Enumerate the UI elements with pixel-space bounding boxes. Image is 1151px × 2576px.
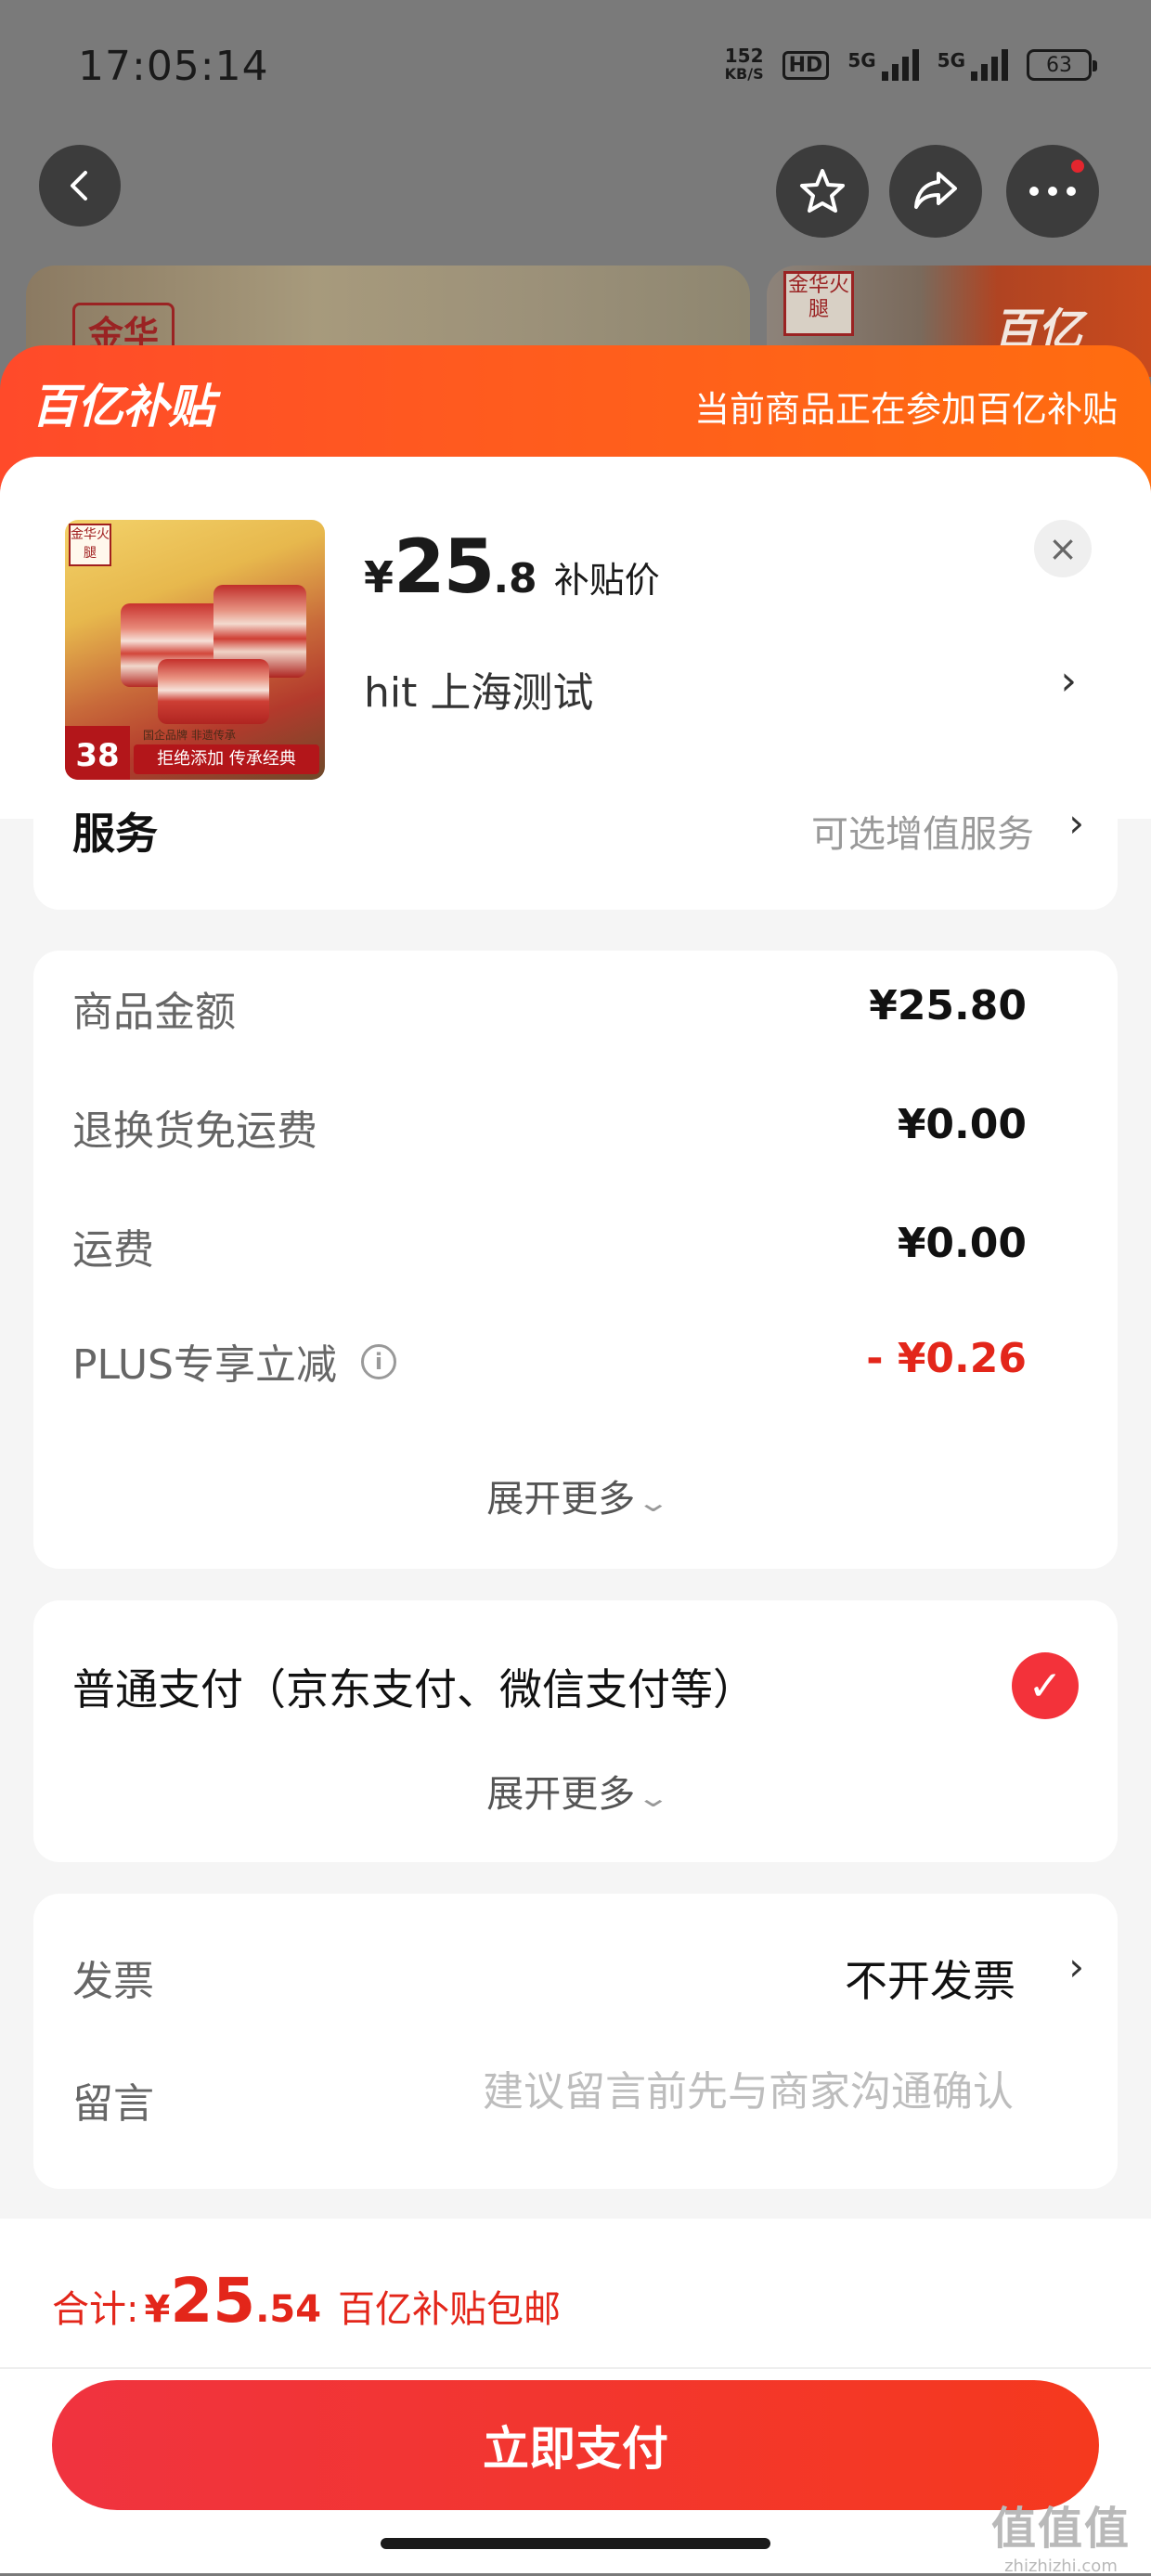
amount-row: 运费 ¥0.00 (72, 1216, 1027, 1274)
chevron-right-icon[interactable]: › (1060, 657, 1077, 705)
amount-value: ¥25.80 (869, 982, 1027, 1029)
home-indicator[interactable] (381, 2538, 770, 2549)
network-speed-value: 152 (724, 45, 764, 67)
thumb-price-tag: 38 (65, 726, 130, 780)
checkout-bottom-bar: 合计: ¥ 25 .54 百亿补贴包邮 立即支付 值值值 zhizhizhi.c… (0, 2219, 1151, 2576)
amount-value: ¥0.00 (897, 1101, 1027, 1148)
battery-icon: 63 (1027, 49, 1097, 81)
subsidy-notice: 当前商品正在参加百亿补贴 (693, 389, 1118, 430)
more-button[interactable] (1006, 145, 1099, 238)
thumb-banner: 拒绝添加 传承经典 (134, 744, 319, 774)
invoice-card: 发票 不开发票 › 留言 (33, 1894, 1118, 2189)
payment-selected-checkbox[interactable]: ✓ (1012, 1652, 1079, 1719)
note-input[interactable] (345, 2068, 1014, 2116)
plus-discount-label: PLUS专享立减 (72, 1341, 337, 1389)
currency-symbol: ¥ (364, 552, 394, 602)
share-icon (914, 172, 957, 209)
signal-type-label: 5G (847, 49, 876, 71)
expand-more-button[interactable]: 展开更多⌄ (33, 1764, 1118, 1818)
thumb-subtitle: 国企品牌 非遗传承 (143, 729, 236, 742)
signal-icon: 5G (938, 49, 1008, 81)
status-icons: 152 KB/S HD 5G 5G 63 (725, 46, 1097, 84)
signal-type-label: 5G (937, 49, 965, 71)
invoice-label: 发票 (72, 1958, 154, 2005)
amount-label: 退换货免运费 (72, 1107, 317, 1155)
amount-label: 商品金额 (72, 989, 236, 1036)
close-icon: × (1048, 528, 1078, 569)
amount-value: ¥0.00 (897, 1220, 1027, 1267)
amount-row: 退换货免运费 ¥0.00 (72, 1097, 1027, 1155)
share-button[interactable] (889, 145, 982, 238)
chevron-down-icon: ⌄ (636, 1782, 671, 1813)
expand-more-label: 展开更多 (486, 1478, 636, 1521)
product-price: ¥ 25 .8 补贴价 (364, 524, 660, 610)
amount-label: PLUS专享立减 i (72, 1331, 396, 1391)
expand-more-button[interactable]: 展开更多⌄ (33, 1469, 1118, 1522)
favorite-button[interactable] (776, 145, 869, 238)
star-icon (800, 169, 845, 213)
check-icon: ✓ (1028, 1662, 1063, 1710)
hd-icon: HD (782, 50, 830, 80)
service-card[interactable]: 服务 可选增值服务 › (33, 800, 1118, 910)
product-thumbnail: 金华火腿 国企品牌 非遗传承 38 拒绝添加 传承经典 (65, 520, 325, 780)
invoice-value[interactable]: 不开发票 (845, 1948, 1015, 2009)
notification-dot (1069, 158, 1086, 175)
chevron-down-icon: ⌄ (636, 1487, 671, 1518)
price-label: 补贴价 (553, 560, 660, 601)
info-icon[interactable]: i (361, 1344, 396, 1379)
chevron-left-icon (71, 171, 87, 201)
service-title: 服务 (72, 809, 158, 859)
note-label: 留言 (72, 2080, 154, 2128)
close-button[interactable]: × (1034, 520, 1092, 577)
service-value: 可选增值服务 (811, 813, 1034, 856)
product-summary: 金华火腿 国企品牌 非遗传承 38 拒绝添加 传承经典 ¥ 25 .8 补贴价 … (0, 457, 1151, 819)
brand-logo: 金华火腿 (783, 271, 854, 336)
shipping-note: 百亿补贴包邮 (338, 2288, 562, 2331)
payment-method-label[interactable]: 普通支付（京东支付、微信支付等） (72, 1656, 756, 1717)
payment-card: 普通支付（京东支付、微信支付等） ✓ 展开更多⌄ (33, 1600, 1118, 1862)
more-dots-icon (1029, 187, 1076, 196)
divider (0, 2367, 1151, 2369)
status-time: 17:05:14 (78, 43, 269, 90)
amount-row: PLUS专享立减 i - ¥0.26 (72, 1331, 1027, 1389)
expand-more-label: 展开更多 (486, 1773, 636, 1816)
total-integer: 25 (170, 2265, 256, 2337)
back-button[interactable] (39, 145, 121, 227)
watermark-logo: 值值值 (990, 2503, 1131, 2555)
network-speed: 152 KB/S (725, 46, 764, 84)
price-integer: 25 (394, 524, 495, 610)
signal-icon: 5G (847, 49, 919, 81)
total-label: 合计: (52, 2288, 139, 2331)
amount-details-card: 商品金额 ¥25.80 退换货免运费 ¥0.00 运费 ¥0.00 PLUS专享… (33, 951, 1118, 1569)
total-summary: 合计: ¥ 25 .54 百亿补贴包邮 (52, 2265, 561, 2337)
shipping-address[interactable]: hit 上海测试 (364, 659, 593, 718)
discount-value: - ¥0.26 (866, 1335, 1027, 1382)
brand-logo: 金华火腿 (69, 524, 111, 566)
currency-symbol: ¥ (144, 2288, 171, 2331)
ham-block (158, 659, 269, 724)
subsidy-logo: 百亿补贴 (32, 380, 214, 434)
watermark: 值值值 zhizhizhi.com (991, 2492, 1131, 2576)
price-decimal: .8 (493, 555, 537, 602)
amount-label: 运费 (72, 1226, 154, 1274)
amount-row: 商品金额 ¥25.80 (72, 978, 1027, 1036)
network-speed-unit: KB/S (724, 65, 764, 83)
status-bar: 17:05:14 152 KB/S HD 5G 5G 63 (0, 0, 1151, 139)
chevron-right-icon[interactable]: › (1068, 1944, 1084, 1989)
total-decimal: .54 (255, 2288, 322, 2331)
pay-now-button[interactable]: 立即支付 (52, 2380, 1099, 2510)
chevron-right-icon: › (1068, 800, 1084, 846)
